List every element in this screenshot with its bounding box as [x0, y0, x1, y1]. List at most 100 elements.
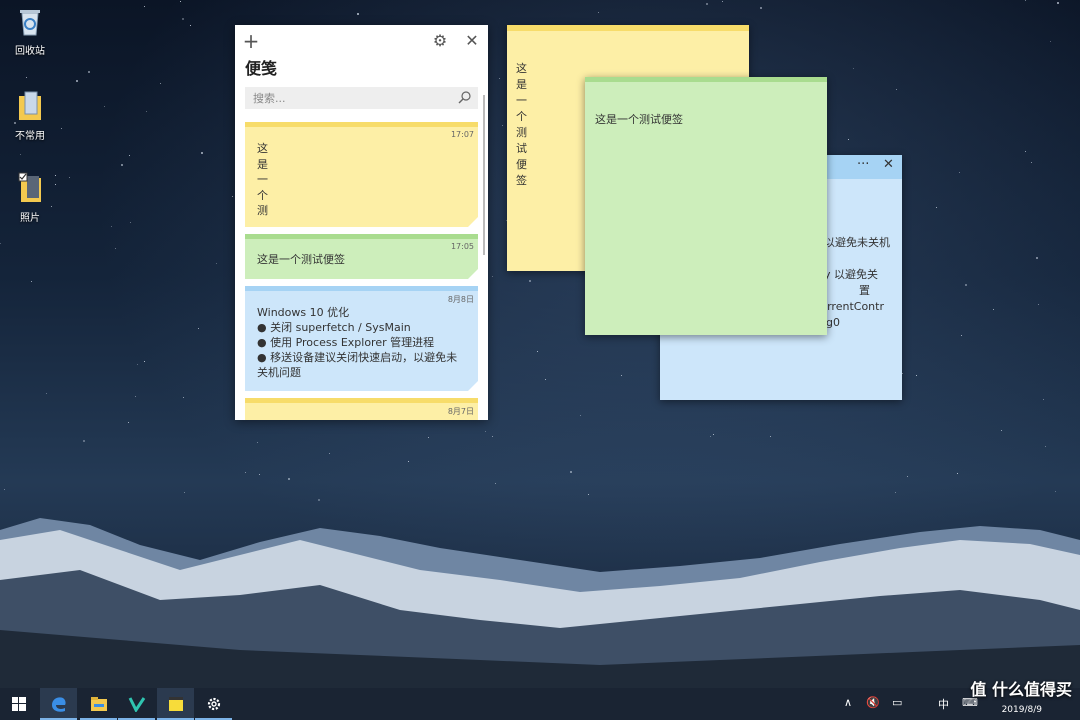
star [957, 473, 958, 474]
note-line: 这 [257, 142, 268, 155]
star [184, 492, 185, 493]
star [529, 280, 531, 282]
taskbar-vim[interactable] [118, 688, 155, 720]
scrollbar[interactable] [483, 95, 485, 255]
star [4, 489, 5, 490]
note-line: Windows 10 优化 [257, 306, 350, 319]
edge-icon [51, 697, 66, 712]
star [1038, 304, 1039, 305]
note-line: 关机问题 [257, 366, 301, 379]
star [621, 375, 622, 376]
desktop-icon-label: 不常用 [15, 131, 45, 142]
note-fold-corner [468, 217, 478, 227]
windows-logo-icon [11, 697, 26, 711]
star [713, 434, 714, 435]
start-button[interactable] [0, 688, 37, 720]
desktop-icon-photos[interactable]: 照片 [0, 172, 60, 224]
star [69, 177, 70, 178]
star [76, 80, 78, 82]
taskbar-sticky-notes[interactable] [157, 688, 194, 720]
vim-icon [128, 697, 145, 712]
star [115, 248, 116, 249]
new-note-button[interactable]: + [241, 31, 261, 51]
taskbar-settings[interactable] [195, 688, 232, 720]
star [146, 111, 147, 112]
note-fold-corner [468, 381, 478, 391]
settings-icon [207, 697, 220, 711]
star [245, 472, 246, 473]
close-button[interactable]: ✕ [883, 157, 894, 172]
note-line: 置 [859, 284, 870, 297]
close-button[interactable]: ✕ [462, 31, 482, 51]
note-line: ● 移送设备建议关闭快速启动，以避免未 [257, 351, 458, 364]
note-line: 是 [257, 157, 268, 171]
note-card[interactable]: 8月8日 Windows 10 优化 ● 关闭 superfetch / Sys… [245, 286, 478, 391]
clock-date[interactable]: 2019/8/9 [1002, 705, 1042, 715]
star [722, 1, 723, 2]
star [770, 436, 771, 437]
menu-button[interactable]: ··· [857, 157, 869, 172]
folder-icon [19, 91, 41, 120]
volume-mute-icon[interactable]: 🔇 [866, 696, 880, 709]
star [853, 68, 854, 69]
star [580, 415, 581, 416]
window-title-bar[interactable]: + ⚙ ✕ [235, 25, 488, 57]
star [160, 83, 161, 84]
star [121, 164, 123, 166]
settings-button[interactable]: ⚙ [430, 31, 450, 51]
star [485, 431, 486, 432]
note-card[interactable]: 17:05 这是一个测试便签 [245, 234, 478, 279]
page-title: 便笺 [245, 59, 278, 78]
file-explorer-icon [90, 697, 107, 711]
star [907, 476, 908, 477]
note-line: 一 [257, 173, 268, 186]
star [1025, 151, 1026, 152]
star [537, 351, 538, 352]
note-text[interactable]: 这是一个测试便签 [516, 61, 530, 189]
star [1043, 399, 1044, 400]
desktop-icon-bucharngyong[interactable]: 不常用 [0, 90, 60, 142]
battery-icon[interactable]: ▭ [892, 696, 902, 709]
taskbar-edge[interactable] [40, 688, 77, 720]
star [936, 207, 937, 208]
star [1001, 430, 1002, 431]
taskbar-file-explorer[interactable] [80, 688, 117, 720]
search-box [245, 87, 478, 110]
note-timestamp: 17:05 [450, 242, 474, 251]
star [329, 453, 330, 454]
star [104, 106, 105, 107]
note-list: 17:07 这 是 一 个 测 17:05 这是一个测试便签 8月8日 Wind… [245, 122, 478, 420]
star [706, 3, 708, 5]
desktop-icon-recycle-bin[interactable]: 回收站 [0, 5, 60, 57]
star [1036, 257, 1038, 259]
note-title-bar[interactable] [585, 77, 827, 82]
search-input[interactable] [245, 87, 451, 110]
recycle-bin-icon [20, 10, 40, 36]
star [760, 7, 762, 9]
star [993, 309, 994, 310]
note-card[interactable]: 8月7日 [245, 398, 478, 420]
note-line: 测 [257, 204, 268, 217]
star [232, 196, 233, 197]
note-card[interactable]: 17:07 这 是 一 个 测 [245, 122, 478, 227]
watermark: 值 什么值得买 [970, 680, 1072, 699]
star [198, 328, 199, 329]
star [916, 375, 917, 376]
star [135, 396, 136, 397]
star [201, 152, 203, 154]
star [144, 6, 145, 7]
star [88, 71, 90, 73]
note-text[interactable]: 这是一个测试便签 [595, 111, 683, 127]
star [190, 25, 191, 26]
star [144, 361, 145, 362]
sticky-note-green[interactable]: 这是一个测试便签 [585, 77, 827, 335]
star [492, 436, 493, 437]
ime-indicator[interactable]: 中 [938, 696, 949, 712]
chevron-up-icon[interactable]: ∧ [844, 696, 852, 709]
note-line: 以避免未关机 [824, 236, 890, 249]
note-title-bar[interactable] [507, 25, 749, 31]
star [259, 474, 260, 475]
search-icon[interactable] [458, 90, 472, 104]
note-fold-corner [468, 269, 478, 279]
star [183, 397, 184, 398]
